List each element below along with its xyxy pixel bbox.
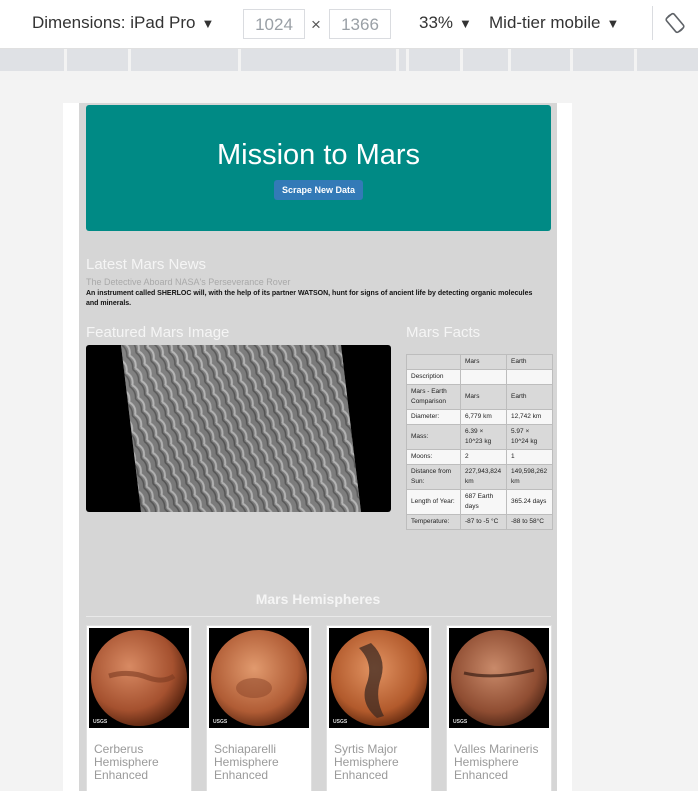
table-cell	[506, 369, 553, 385]
rotate-icon[interactable]	[664, 12, 686, 34]
table-cell: Mars	[460, 384, 507, 410]
table-cell: 365.24 days	[506, 489, 553, 515]
featured-image-graphic	[121, 345, 361, 512]
mars-globe-graphic	[91, 630, 187, 726]
mars-globe-graphic	[451, 630, 547, 726]
usgs-logo: USGS	[213, 719, 228, 725]
hemisphere-title[interactable]: Cerberus Hemisphere Enhanced	[94, 743, 186, 782]
page-title: Mission to Mars	[216, 139, 421, 171]
table-row: Length of Year: 687 Earth days 365.24 da…	[406, 489, 553, 515]
table-row: Moons: 2 1	[406, 449, 553, 465]
hemisphere-image[interactable]: USGS	[329, 628, 429, 728]
table-cell: Length of Year:	[406, 489, 461, 515]
table-row: Description	[406, 369, 553, 385]
table-cell: 149,598,262 km	[506, 464, 553, 490]
mars-facts-heading: Mars Facts	[406, 324, 481, 341]
hemisphere-title[interactable]: Valles Marineris Hemisphere Enhanced	[454, 743, 546, 782]
table-cell	[406, 354, 461, 370]
table-row: Mass: 6.39 × 10^23 kg 5.97 × 10^24 kg	[406, 424, 553, 450]
mars-facts-table: Mars Earth Description Mars - Earth Comp…	[406, 354, 553, 530]
table-cell: 687 Earth days	[460, 489, 507, 515]
chevron-down-icon: ▼	[459, 16, 472, 31]
table-cell: Temperature:	[406, 514, 461, 530]
featured-image-heading: Featured Mars Image	[86, 324, 230, 341]
table-cell: 12,742 km	[506, 409, 553, 425]
media-query-ruler[interactable]	[0, 49, 698, 71]
width-input[interactable]: 1024	[243, 9, 305, 39]
page-container: Mission to Mars Scrape New Data Latest M…	[79, 103, 557, 791]
hemisphere-card-syrtis-major[interactable]: USGS Syrtis Major Hemisphere Enhanced	[326, 625, 432, 791]
usgs-logo: USGS	[93, 719, 108, 725]
table-cell: Distance from Sun:	[406, 464, 461, 490]
table-row: Mars - Earth Comparison Mars Earth	[406, 384, 553, 410]
table-cell: Description	[406, 369, 461, 385]
hemisphere-image[interactable]: USGS	[89, 628, 189, 728]
table-cell: 2	[460, 449, 507, 465]
usgs-logo: USGS	[333, 719, 348, 725]
chevron-down-icon: ▼	[201, 16, 215, 31]
featured-mars-image[interactable]	[86, 345, 391, 512]
device-dimensions-label: Dimensions: iPad Pro	[32, 13, 196, 32]
toolbar-divider	[652, 6, 653, 40]
hemisphere-image[interactable]: USGS	[209, 628, 309, 728]
table-header-cell: Earth	[506, 354, 553, 370]
mars-globe-graphic	[211, 630, 307, 726]
news-paragraph: An instrument called SHERLOC will, with …	[86, 290, 533, 307]
table-cell: 227,943,824 km	[460, 464, 507, 490]
zoom-label: 33%	[419, 13, 454, 32]
times-symbol: ×	[311, 15, 321, 34]
table-cell: 5.97 × 10^24 kg	[506, 424, 553, 450]
device-toolbar: Dimensions: iPad Pro ▼ 1024 × 1366 33% ▼ M…	[0, 0, 698, 49]
table-cell: Diameter:	[406, 409, 461, 425]
throttle-label: Mid-tier mobile	[489, 13, 601, 32]
device-dimensions-dropdown[interactable]: Dimensions: iPad Pro ▼	[32, 13, 214, 33]
table-cell: Mass:	[406, 424, 461, 450]
hemisphere-title[interactable]: Schiaparelli Hemisphere Enhanced	[214, 743, 306, 782]
news-title: The Detective Aboard NASA's Perseverance…	[86, 277, 291, 287]
jumbotron: Mission to Mars Scrape New Data	[86, 105, 551, 231]
table-row: Temperature: -87 to -5 °C -88 to 58°C	[406, 514, 553, 530]
table-cell: 6.39 × 10^23 kg	[460, 424, 507, 450]
hemisphere-card-cerberus[interactable]: USGS Cerberus Hemisphere Enhanced	[86, 625, 192, 791]
hemispheres-heading: Mars Hemispheres	[255, 591, 381, 607]
table-cell	[460, 369, 507, 385]
scrape-new-data-button[interactable]: Scrape New Data	[274, 180, 363, 200]
table-cell: -88 to 58°C	[506, 514, 553, 530]
device-viewport: Mission to Mars Scrape New Data Latest M…	[63, 103, 572, 791]
chevron-down-icon: ▼	[606, 16, 620, 31]
news-heading: Latest Mars News	[86, 256, 207, 273]
table-row: Diameter: 6,779 km 12,742 km	[406, 409, 553, 425]
table-cell: Earth	[506, 384, 553, 410]
throttle-dropdown[interactable]: Mid-tier mobile ▼	[489, 13, 619, 33]
hemisphere-card-schiaparelli[interactable]: USGS Schiaparelli Hemisphere Enhanced	[206, 625, 312, 791]
table-cell: Moons:	[406, 449, 461, 465]
divider	[86, 616, 551, 617]
hemisphere-title[interactable]: Syrtis Major Hemisphere Enhanced	[334, 743, 426, 782]
mars-globe-graphic	[331, 630, 427, 726]
table-cell: -87 to -5 °C	[460, 514, 507, 530]
usgs-logo: USGS	[453, 719, 468, 725]
table-cell: 1	[506, 449, 553, 465]
height-input[interactable]: 1366	[329, 9, 391, 39]
hemisphere-image[interactable]: USGS	[449, 628, 549, 728]
table-cell: 6,779 km	[460, 409, 507, 425]
table-cell: Mars - Earth Comparison	[406, 384, 461, 410]
table-header-cell: Mars	[460, 354, 507, 370]
zoom-dropdown[interactable]: 33% ▼	[419, 13, 472, 33]
table-row: Mars Earth	[406, 354, 553, 370]
table-row: Distance from Sun: 227,943,824 km 149,59…	[406, 464, 553, 490]
hemisphere-card-valles-marineris[interactable]: USGS Valles Marineris Hemisphere Enhance…	[446, 625, 552, 791]
